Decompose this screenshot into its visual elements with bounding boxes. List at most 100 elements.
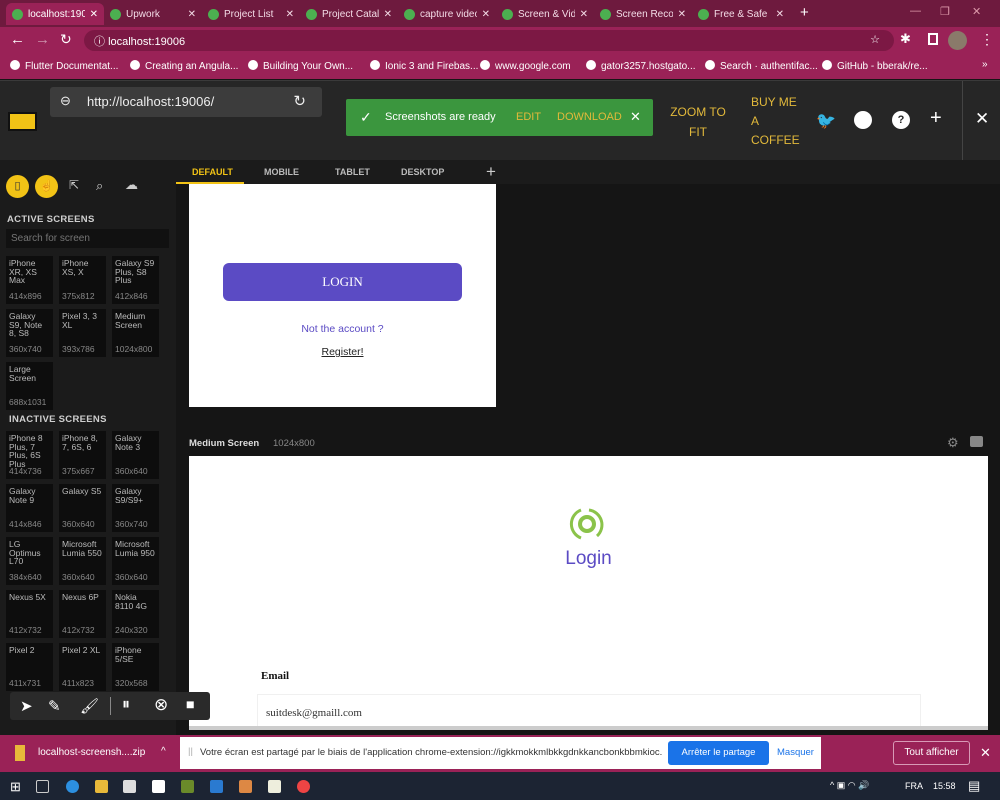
tab-close-icon[interactable]: ✕	[580, 9, 588, 20]
screen-card[interactable]: iPhone XS, X 375x812	[59, 256, 106, 304]
camera-icon[interactable]	[970, 436, 983, 447]
forward-icon[interactable]: →	[35, 31, 50, 48]
download-item[interactable]: localhost-screensh....zip	[38, 747, 145, 758]
store-icon[interactable]	[123, 780, 136, 793]
bookmark[interactable]: Building Your Own...	[248, 60, 353, 72]
email-field[interactable]: suitdesk@gmaill.com	[257, 694, 921, 730]
screen-card[interactable]: iPhone 5/SE 320x568	[112, 643, 159, 691]
screen-card[interactable]: Nexus 5X 412x732	[6, 590, 53, 638]
menu-icon[interactable]: ⋮	[980, 31, 994, 48]
language-indicator[interactable]: FRA	[905, 781, 923, 791]
pause-icon[interactable]: ⏸	[122, 696, 130, 714]
screen-card[interactable]: Pixel 2 XL 411x823	[59, 643, 106, 691]
browser-tab[interactable]: Project Catalog✕	[300, 3, 398, 25]
url-input[interactable]: ⊖ http://localhost:19006/↻	[50, 87, 322, 117]
tab-mobile[interactable]: MOBILE	[264, 167, 299, 177]
stop-sharing-button[interactable]: Arrêter le partage	[668, 741, 769, 765]
tab-close-icon[interactable]: ✕	[90, 9, 98, 20]
screen-card[interactable]: iPhone 8 Plus, 7 Plus, 6S Plus 414x736	[6, 431, 53, 479]
pencil-icon[interactable]: ✎	[48, 697, 61, 715]
new-tab-icon[interactable]: +	[800, 4, 809, 21]
browser-tab[interactable]: capture video ✕	[398, 3, 496, 25]
inspect-icon[interactable]: ⇱	[69, 178, 79, 192]
bookmark[interactable]: GitHub - bberak/re...	[822, 60, 928, 72]
tab-default[interactable]: DEFAULT	[192, 167, 233, 177]
screen-card[interactable]: Nexus 6P 412x732	[59, 590, 106, 638]
screen-card[interactable]: iPhone XR, XS Max 414x896	[6, 256, 53, 304]
cancel-icon[interactable]: ⊗	[154, 695, 168, 715]
tab-close-icon[interactable]: ✕	[286, 9, 294, 20]
screen-card[interactable]: Galaxy Note 3 360x640	[112, 431, 159, 479]
buy-coffee-link[interactable]: BUY ME A COFFEE	[751, 93, 801, 150]
tab-close-icon[interactable]: ✕	[482, 9, 490, 20]
login-button[interactable]: LOGIN	[223, 263, 462, 301]
add-tab-icon[interactable]: +	[486, 162, 496, 182]
bookmark[interactable]: Flutter Documentat...	[10, 60, 118, 72]
screen-card[interactable]: Microsoft Lumia 950 360x640	[112, 537, 159, 585]
tab-close-icon[interactable]: ✕	[384, 9, 392, 20]
avatar[interactable]	[948, 31, 967, 50]
bookmark[interactable]: Ionic 3 and Firebas...	[370, 60, 478, 72]
download-button[interactable]: DOWNLOAD	[557, 111, 622, 123]
task-view-icon[interactable]	[36, 780, 49, 793]
edit-button[interactable]: EDIT	[516, 111, 541, 123]
hide-button[interactable]: Masquer	[777, 747, 814, 758]
zoom-to-fit-button[interactable]: ZOOM TO FIT	[668, 102, 728, 142]
screen-card[interactable]: Medium Screen 1024x800	[112, 309, 159, 357]
system-tray-icons[interactable]: ^ ▣ ◠ 🔊	[830, 780, 869, 791]
device-icon[interactable]: ▯	[6, 175, 29, 198]
app-icon[interactable]	[181, 780, 194, 793]
register-link[interactable]: Register!	[189, 346, 496, 358]
browser-tab[interactable]: localhost:19006✕	[6, 3, 104, 25]
screen-card[interactable]: Large Screen 688x1031	[6, 362, 53, 410]
horizontal-scrollbar[interactable]	[189, 726, 988, 730]
screen-card[interactable]: Nokia 8110 4G 240x320	[112, 590, 159, 638]
twitter-icon[interactable]: 🐦	[816, 111, 836, 131]
browser-tab[interactable]: Project List ✕	[202, 3, 300, 25]
screen-card[interactable]: Galaxy S9 Plus, S8 Plus 412x846	[112, 256, 159, 304]
back-icon[interactable]: ←	[10, 31, 25, 48]
tab-tablet[interactable]: TABLET	[335, 167, 370, 177]
chevron-up-icon[interactable]: ^	[161, 746, 166, 757]
browser-tab[interactable]: Upwork ✕	[104, 3, 202, 25]
settings-icon[interactable]: ⚙	[947, 435, 959, 451]
bookmark[interactable]: Search · authentifac...	[705, 60, 818, 72]
screen-card[interactable]: Pixel 2 411x731	[6, 643, 53, 691]
close-download-bar-icon[interactable]: ✕	[980, 745, 991, 761]
tab-close-icon[interactable]: ✕	[776, 9, 784, 20]
vscode-icon[interactable]	[210, 780, 223, 793]
notepad-icon[interactable]	[268, 780, 281, 793]
screen-card[interactable]: Galaxy S5 360x640	[59, 484, 106, 532]
cursor-icon[interactable]: ➤	[20, 697, 33, 715]
help-icon[interactable]: ?	[892, 111, 910, 129]
github-icon[interactable]	[854, 111, 872, 129]
screen-card[interactable]: iPhone 8, 7, 6S, 6 375x667	[59, 431, 106, 479]
stop-icon[interactable]: ⏹	[186, 695, 195, 715]
windows-start-icon[interactable]: ⊞	[10, 779, 21, 795]
browser-tab[interactable]: Screen & Video✕	[496, 3, 594, 25]
notifications-icon[interactable]: ▤	[968, 778, 980, 794]
clock[interactable]: 15:58	[933, 781, 956, 791]
screen-card[interactable]: Galaxy S9, Note 8, S8 360x740	[6, 309, 53, 357]
screen-card[interactable]: Pixel 3, 3 XL 393x786	[59, 309, 106, 357]
tab-close-icon[interactable]: ✕	[678, 9, 686, 20]
tab-close-icon[interactable]: ✕	[188, 9, 196, 20]
bookmark[interactable]: gator3257.hostgato...	[586, 60, 696, 72]
file-explorer-icon[interactable]	[95, 780, 108, 793]
chrome-icon[interactable]	[239, 780, 252, 793]
screen-card[interactable]: LG Optimus L70 384x640	[6, 537, 53, 585]
chrome-active-icon[interactable]	[297, 780, 310, 793]
browser-tab[interactable]: Free & Safe ✕	[692, 3, 790, 25]
close-icon[interactable]: ✕	[975, 109, 989, 129]
bookmark[interactable]: www.google.com	[480, 60, 571, 72]
restore-icon[interactable]: ❐	[940, 5, 950, 18]
screen-card[interactable]: Microsoft Lumia 550 360x640	[59, 537, 106, 585]
reload-icon[interactable]: ↻	[60, 31, 72, 48]
bookmark[interactable]: Creating an Angula...	[130, 60, 238, 72]
drag-handle-icon[interactable]: ||	[188, 746, 193, 757]
not-account-link[interactable]: Not the account ?	[189, 323, 496, 335]
search-icon[interactable]: ⌕	[96, 178, 103, 194]
cloud-download-icon[interactable]: ☁	[125, 177, 138, 193]
window-close-icon[interactable]: ✕	[972, 5, 981, 18]
brush-icon[interactable]: 🖌	[80, 697, 99, 715]
